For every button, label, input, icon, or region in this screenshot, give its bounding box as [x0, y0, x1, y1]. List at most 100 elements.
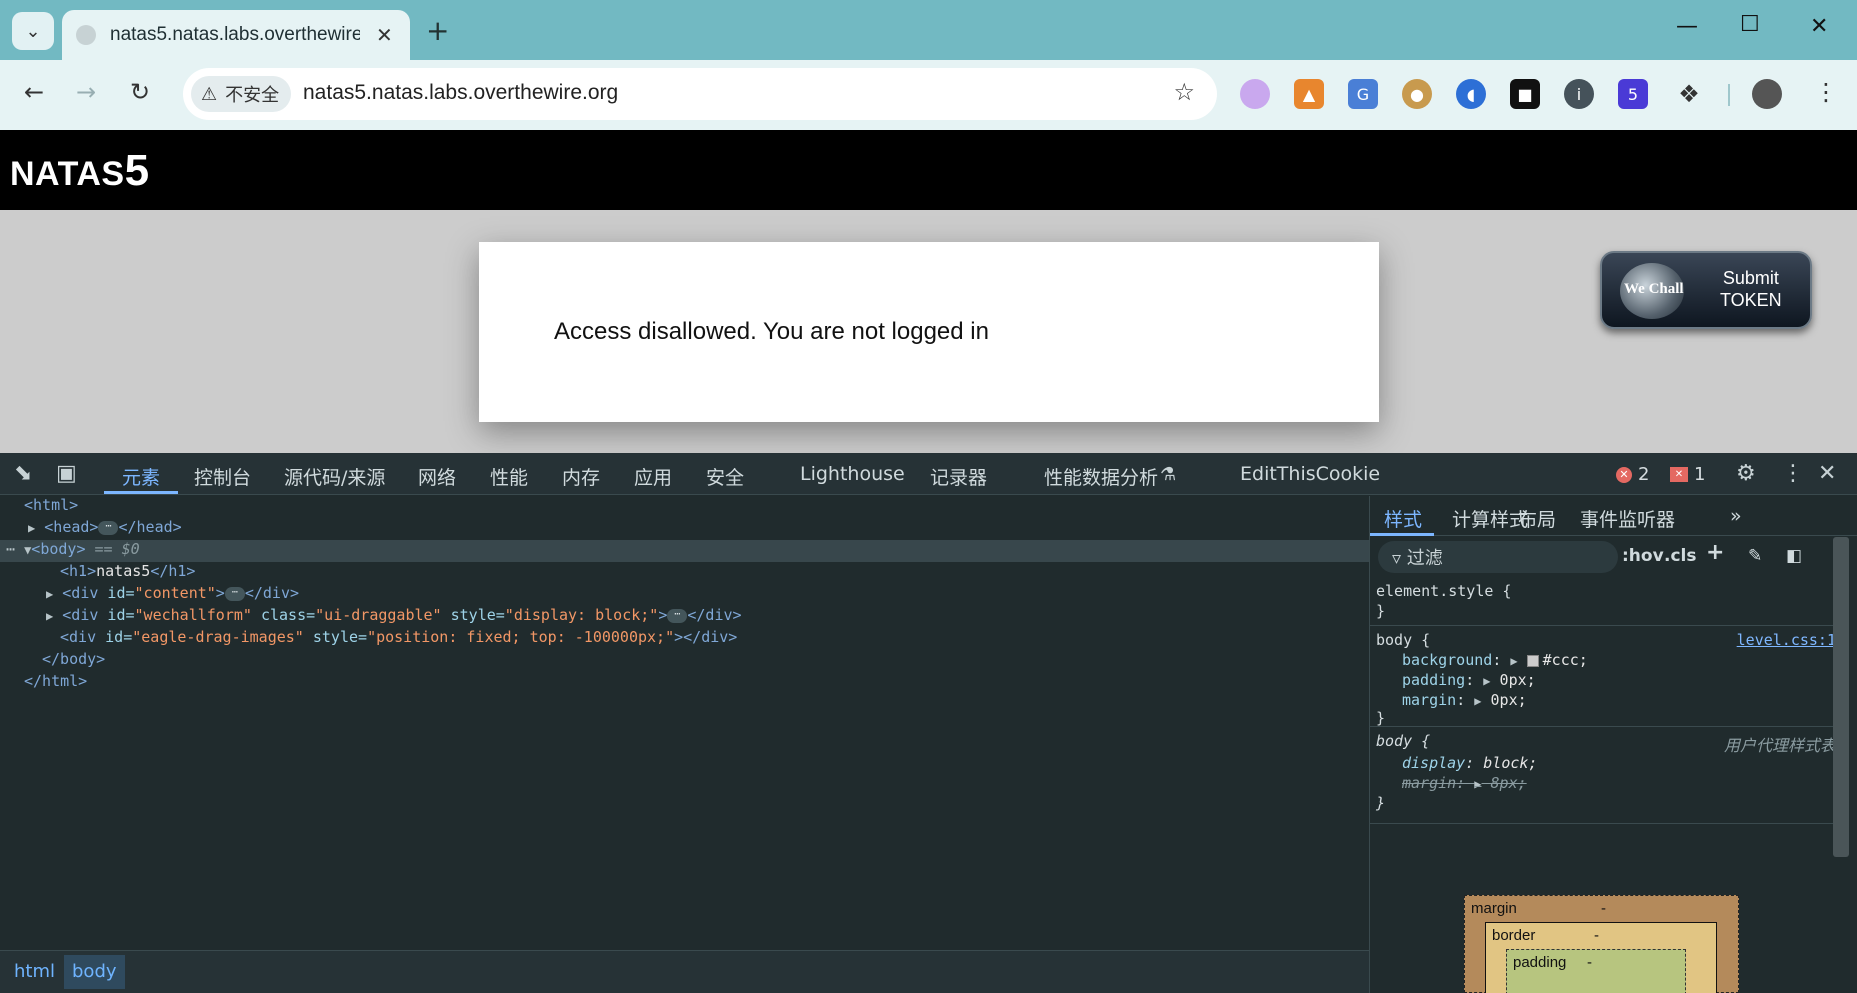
inspect-element-icon[interactable]: ⬊ [14, 461, 32, 486]
new-rule-icon[interactable]: + [1706, 540, 1724, 565]
property-name: margin [1402, 774, 1457, 792]
dom-node-html-close[interactable]: </html> [24, 672, 87, 694]
expand-triangle-icon[interactable]: ▶ [1474, 694, 1481, 708]
expand-triangle-icon[interactable]: ▶ [1483, 674, 1490, 688]
attr-value: "content" [134, 584, 216, 602]
devtools-tabbar: ⬊ ▣ 元素 控制台 源代码/来源 网络 性能 内存 应用 安全 Lightho… [0, 453, 1857, 495]
tab-editthiscookie[interactable]: EditThisCookie [1240, 463, 1380, 485]
tab-layout[interactable]: 布局 [1518, 505, 1556, 532]
tab-sources[interactable]: 源代码/来源 [284, 463, 385, 490]
tab-event-listeners[interactable]: 事件监听器 [1580, 505, 1675, 532]
minimize-icon[interactable]: — [1676, 14, 1698, 39]
settings-gear-icon[interactable]: ⚙ [1736, 461, 1756, 486]
tab-application[interactable]: 应用 [634, 463, 672, 490]
back-icon[interactable]: ← [24, 78, 44, 106]
styles-scrollbar[interactable] [1833, 537, 1849, 857]
tab-search-button[interactable]: ⌄ [12, 12, 54, 50]
margin-value[interactable]: - [1601, 900, 1606, 917]
tab-memory[interactable]: 内存 [562, 463, 600, 490]
selector[interactable]: body { [1376, 631, 1430, 649]
ellipsis-icon[interactable]: ⋯ [98, 520, 119, 535]
property-name: margin [1402, 691, 1457, 709]
submit-token-button[interactable]: We Chall Submit TOKEN [1600, 251, 1812, 329]
browser-tab[interactable]: natas5.natas.labs.overthewire ✕ [62, 10, 410, 60]
tab-console[interactable]: 控制台 [194, 463, 251, 490]
tab-elements[interactable]: 元素 [122, 463, 160, 490]
dom-node-wechallform[interactable]: ▶ <div id="wechallform" class="ui-dragga… [46, 606, 742, 628]
extension-dark-icon[interactable]: ■ [1510, 79, 1540, 109]
stylesheet-link[interactable]: level.css:1 [1737, 631, 1836, 649]
declaration-padding[interactable]: padding: ▶ 0px; [1402, 671, 1536, 689]
breadcrumb-body[interactable]: body [64, 955, 125, 989]
tab-performance-insights[interactable]: 性能数据分析 [1044, 463, 1158, 490]
forward-icon[interactable]: → [76, 78, 96, 106]
wechall-label: We Chall [1624, 281, 1684, 297]
dom-node-content[interactable]: ▶ <div id="content"> ⋯ </div> [46, 584, 299, 606]
dom-node-eagle-drag-images[interactable]: <div id="eagle-drag-images" style="posit… [60, 628, 737, 650]
issue-counter[interactable]: ✕ 1 [1670, 464, 1705, 485]
dom-node-html[interactable]: <html> [24, 496, 78, 518]
new-tab-button[interactable]: + [426, 14, 449, 47]
expand-triangle-icon[interactable]: ▶ [46, 609, 53, 623]
reload-icon[interactable]: ↻ [130, 78, 150, 106]
close-window-icon[interactable]: ✕ [1810, 14, 1828, 39]
tab-recorder[interactable]: 记录器 [930, 463, 987, 490]
extension-blue-icon[interactable]: ◖ [1456, 79, 1486, 109]
expand-triangle-icon[interactable]: ▶ [46, 587, 53, 601]
selector[interactable]: element.style { [1376, 582, 1511, 600]
dom-node-h1[interactable]: <h1>natas5</h1> [60, 562, 195, 584]
error-counter[interactable]: ✕ 2 [1616, 464, 1649, 485]
address-bar[interactable]: ⚠ 不安全 natas5.natas.labs.overthewire.org … [183, 68, 1217, 120]
box-model-padding[interactable]: padding - [1506, 949, 1686, 993]
extensions-puzzle-icon[interactable]: ❖ [1674, 79, 1704, 109]
url-text[interactable]: natas5.natas.labs.overthewire.org [303, 81, 618, 105]
tab-lighthouse[interactable]: Lighthouse [800, 463, 905, 485]
color-swatch[interactable] [1526, 654, 1539, 667]
title-number: 5 [124, 146, 150, 195]
border-value[interactable]: - [1594, 927, 1599, 944]
dom-node-body-close[interactable]: </body> [42, 650, 105, 672]
close-tab-icon[interactable]: ✕ [376, 23, 393, 47]
box-model-border[interactable]: border - padding - [1485, 922, 1717, 993]
tag-text: <html> [24, 496, 79, 514]
ellipsis-icon[interactable]: ⋯ [224, 586, 245, 601]
tab-network[interactable]: 网络 [418, 463, 456, 490]
dom-node-head[interactable]: ▶ <head> ⋯ </head> [28, 518, 182, 540]
cls-button[interactable]: .cls [1664, 546, 1696, 566]
expand-triangle-icon[interactable]: ▶ [1510, 654, 1517, 668]
dom-node-body-selected[interactable]: ⋯ ▼<body> == $0 [0, 540, 1369, 562]
styles-filter-input[interactable]: ▿ 过滤 [1378, 541, 1618, 573]
bookmark-star-icon[interactable]: ☆ [1173, 78, 1195, 106]
page-viewport: NATAS5 Access disallowed. You are not lo… [0, 130, 1857, 453]
translate-icon[interactable]: G [1348, 79, 1378, 109]
box-model-margin[interactable]: margin - border - padding - [1464, 895, 1739, 993]
toggle-sidebar-icon[interactable]: ◧ [1786, 546, 1802, 566]
tab-security[interactable]: 安全 [706, 463, 744, 490]
tab-styles[interactable]: 样式 [1384, 505, 1422, 532]
ellipsis-icon[interactable]: ⋯ [667, 608, 688, 623]
extension-info-icon[interactable]: i [1564, 79, 1594, 109]
more-options-icon[interactable]: ⋮ [1782, 461, 1804, 486]
extension-cube-icon[interactable]: 5 [1618, 79, 1648, 109]
security-chip[interactable]: ⚠ 不安全 [191, 76, 292, 112]
maximize-icon[interactable]: ☐ [1740, 12, 1760, 37]
profile-avatar[interactable] [1752, 79, 1782, 109]
device-toolbar-icon[interactable]: ▣ [56, 461, 77, 486]
declaration-display: display: block; [1402, 754, 1538, 772]
declaration-background[interactable]: background: ▶ #ccc; [1402, 651, 1588, 669]
tab-performance[interactable]: 性能 [490, 463, 528, 490]
extension-ring-icon[interactable] [1240, 79, 1270, 109]
cookie-icon[interactable]: ● [1402, 79, 1432, 109]
paint-brush-icon[interactable]: ✎ [1748, 546, 1762, 566]
close-devtools-icon[interactable]: ✕ [1818, 461, 1836, 486]
expand-triangle-icon[interactable]: ▶ [28, 521, 35, 535]
more-tabs-icon[interactable]: » [1730, 505, 1742, 527]
tab-computed[interactable]: 计算样式 [1452, 505, 1528, 532]
metamask-fox-icon[interactable]: ▲ [1294, 79, 1324, 109]
tag-text: </body> [42, 650, 106, 668]
hov-button[interactable]: :hov [1622, 546, 1664, 566]
declaration-margin[interactable]: margin: ▶ 0px; [1402, 691, 1527, 709]
breadcrumb-html[interactable]: html [6, 961, 63, 982]
browser-menu-icon[interactable]: ⋮ [1814, 78, 1838, 106]
padding-value[interactable]: - [1587, 954, 1592, 971]
